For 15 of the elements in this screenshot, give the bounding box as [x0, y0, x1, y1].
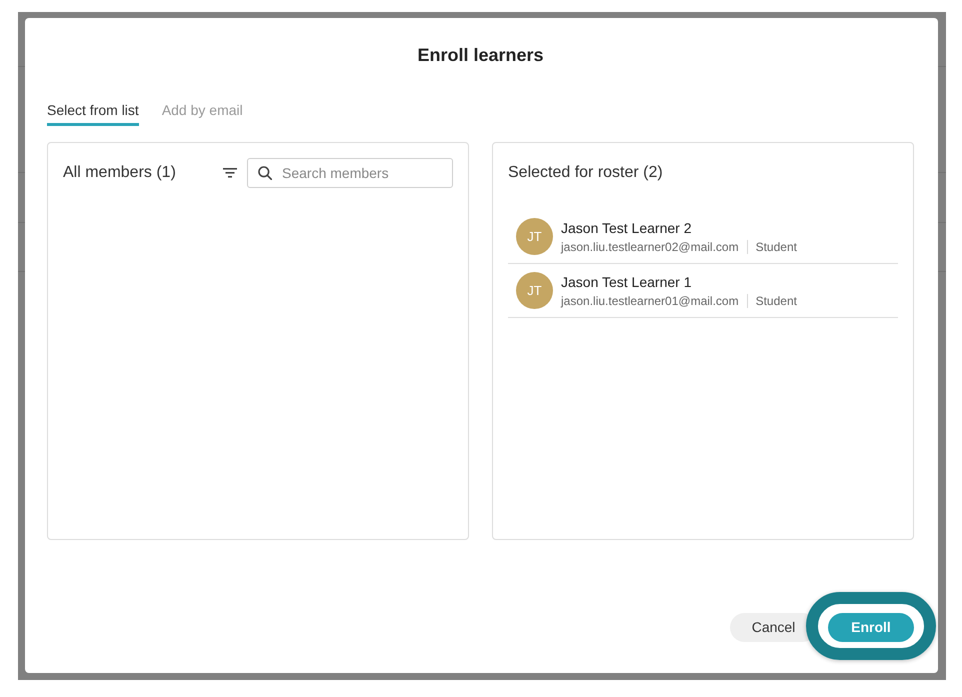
dialog-title: Enroll learners	[417, 44, 544, 66]
learner-role: Student	[756, 292, 797, 308]
avatar: JT	[516, 218, 553, 255]
filter-icon[interactable]	[223, 168, 237, 178]
learner-role: Student	[756, 238, 797, 254]
panel-title: Selected for roster (2)	[508, 163, 663, 183]
search-icon	[258, 166, 272, 180]
search-field[interactable]: Search members	[247, 158, 453, 188]
learner-name: Jason Test Learner 2	[561, 218, 692, 236]
learner-email: jason.liu.testlearner02@mail.com	[561, 238, 739, 254]
tab[interactable]: Select from list	[47, 101, 139, 126]
learner-email: jason.liu.testlearner01@mail.com	[561, 292, 739, 308]
learner-name: Jason Test Learner 1	[561, 272, 692, 290]
avatar: JT	[516, 272, 553, 309]
panel-title: All members (1)	[63, 163, 176, 183]
